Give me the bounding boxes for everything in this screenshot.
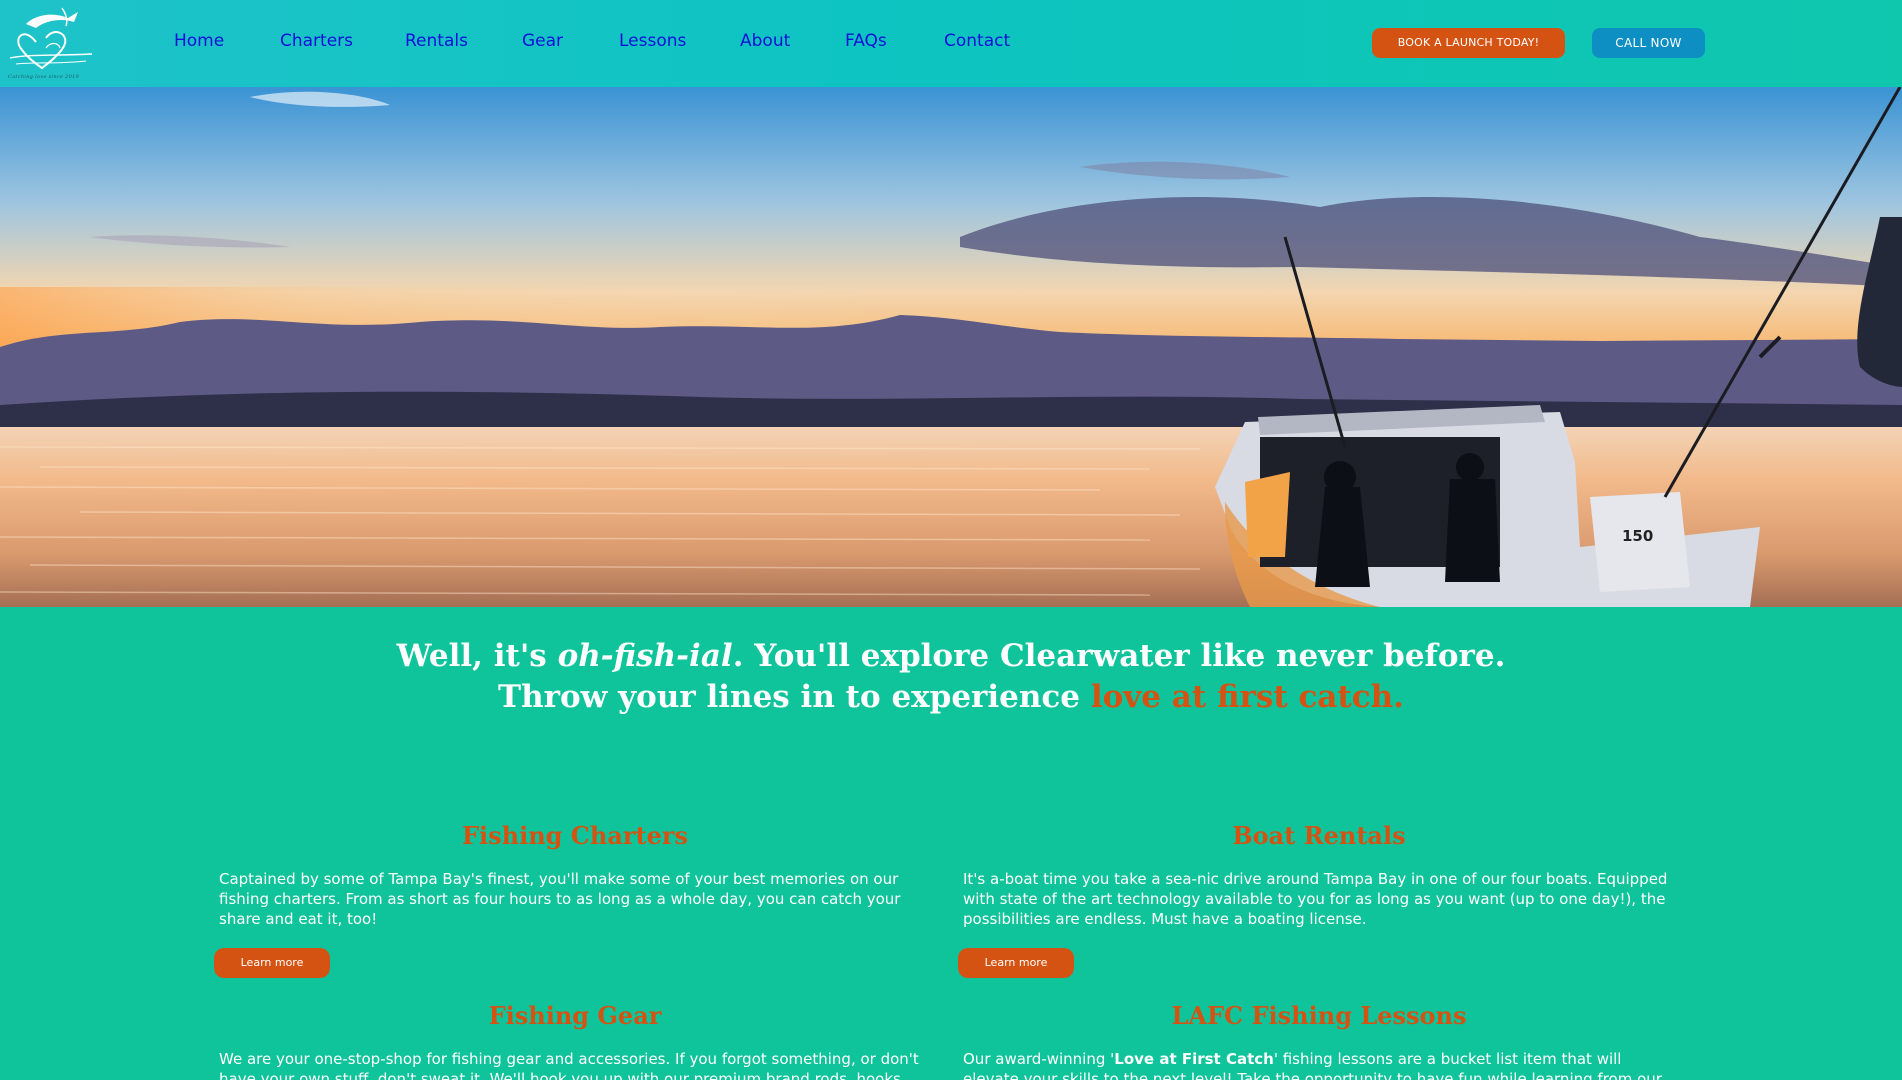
service-description: It's a-boat time you take a sea-nic driv… (963, 870, 1668, 928)
service-card-charters: Fishing Charters Captained by some of Ta… (215, 821, 935, 929)
nav-rentals[interactable]: Rentals (405, 30, 468, 52)
headline-accent: love at first catch. (1090, 679, 1404, 715)
nav-gear[interactable]: Gear (522, 30, 563, 52)
call-now-button[interactable]: CALL NOW (1592, 28, 1705, 58)
book-launch-button[interactable]: BOOK A LAUNCH TODAY! (1372, 28, 1565, 58)
service-title: LAFC Fishing Lessons (1171, 1001, 1467, 1030)
rentals-learn-more-button[interactable]: Learn more (958, 948, 1074, 978)
hero-image: 150 (0, 87, 1902, 607)
service-description: Captained by some of Tampa Bay's finest,… (219, 870, 901, 928)
headline-line-1: Well, it's oh-fish-ial. You'll explore C… (396, 638, 1506, 674)
service-description: Our award-winning 'Love at First Catch' … (963, 1050, 1662, 1080)
service-card-rentals: Boat Rentals It's a-boat time you take a… (959, 821, 1679, 929)
nav-faqs[interactable]: FAQs (845, 30, 887, 52)
logo-icon[interactable] (6, 4, 94, 84)
headline-line-2: Throw your lines in to experience love a… (498, 679, 1404, 715)
charters-learn-more-button[interactable]: Learn more (214, 948, 330, 978)
nav-home[interactable]: Home (174, 30, 224, 52)
service-card-lessons: LAFC Fishing Lessons Our award-winning '… (959, 1001, 1679, 1080)
sunset-boat-illustration: 150 (0, 87, 1902, 607)
outboard-label: 150 (1622, 527, 1653, 545)
service-description: We are your one-stop-shop for fishing ge… (219, 1050, 919, 1080)
site-header: Catching love since 2019 Home Charters R… (0, 0, 1902, 87)
service-title: Fishing Gear (488, 1001, 662, 1030)
service-title: Fishing Charters (461, 821, 689, 850)
service-card-gear: Fishing Gear We are your one-stop-shop f… (215, 1001, 935, 1080)
logo-tagline: Catching love since 2019 (8, 74, 80, 80)
tagline-headline: Well, it's oh-fish-ial. You'll explore C… (0, 636, 1902, 718)
nav-about[interactable]: About (740, 30, 790, 52)
service-title: Boat Rentals (1232, 821, 1406, 850)
nav-charters[interactable]: Charters (280, 30, 353, 52)
nav-contact[interactable]: Contact (944, 30, 1010, 52)
nav-lessons[interactable]: Lessons (619, 30, 686, 52)
